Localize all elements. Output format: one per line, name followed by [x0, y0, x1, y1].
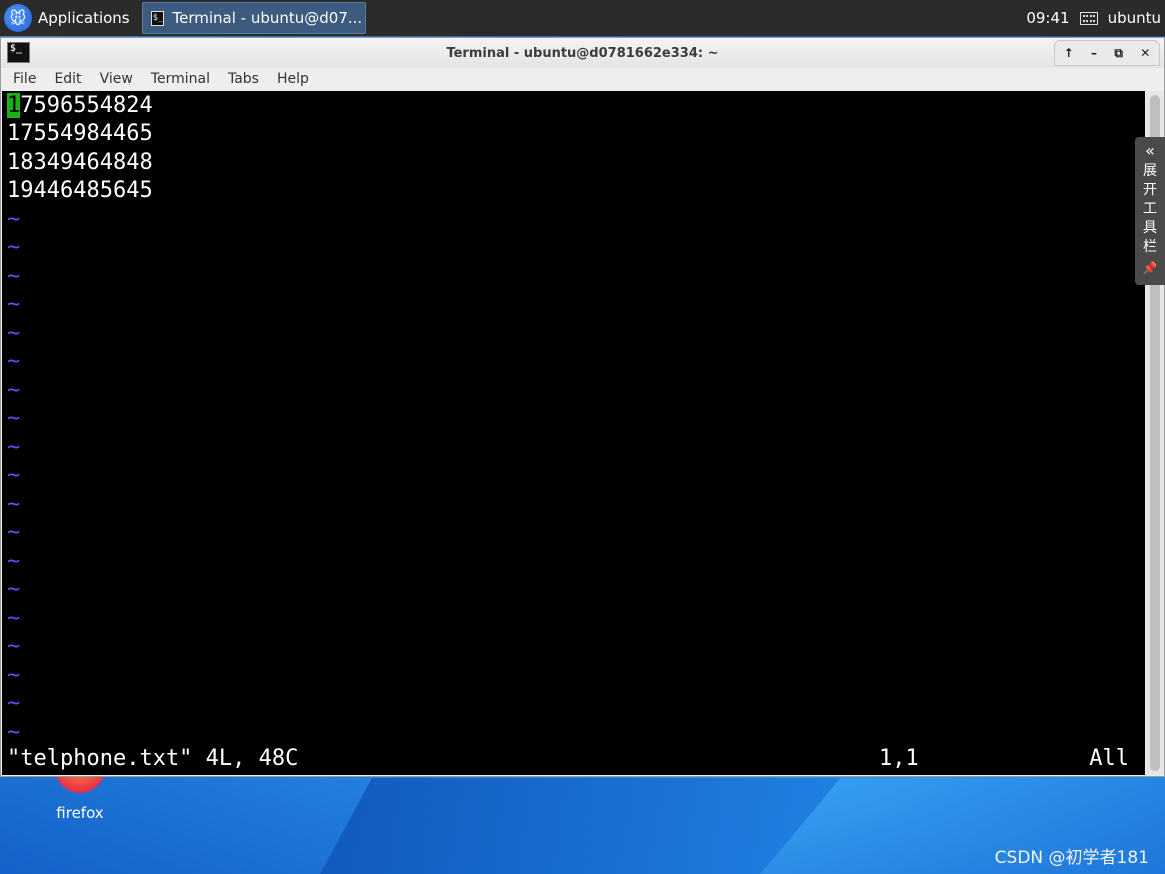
vim-line: 17554984465 — [7, 121, 153, 146]
keyboard-icon[interactable] — [1079, 11, 1098, 25]
applications-menu-button[interactable]: 🐭 Applications — [0, 0, 138, 36]
close-button[interactable]: ✕ — [1140, 46, 1150, 60]
menu-tabs[interactable]: Tabs — [228, 71, 259, 87]
status-cursor-position: 1,1 — [879, 746, 919, 771]
empty-line-tilde: ~ — [7, 264, 21, 289]
menu-terminal[interactable]: Terminal — [151, 71, 210, 87]
toolbar-char: 具 — [1143, 220, 1157, 236]
status-scroll-percent: All — [1089, 746, 1129, 771]
toolbar-char: 栏 — [1143, 239, 1157, 255]
empty-line-tilde: ~ — [7, 378, 21, 403]
window-title: Terminal - ubuntu@d0781662e334: ~ — [446, 45, 719, 61]
applications-label: Applications — [38, 9, 130, 27]
empty-line-tilde: ~ — [7, 492, 21, 517]
terminal-window: $_ Terminal - ubuntu@d0781662e334: ~ ↑ –… — [0, 37, 1165, 777]
menu-edit[interactable]: Edit — [54, 71, 81, 87]
empty-line-tilde: ~ — [7, 292, 21, 317]
taskbar-terminal-button[interactable]: $_ Terminal - ubuntu@d07... — [141, 2, 366, 34]
clock[interactable]: 09:41 — [1026, 9, 1069, 27]
vim-line: 18349464848 — [7, 150, 153, 175]
wallpaper-shape — [320, 778, 840, 874]
empty-line-tilde: ~ — [7, 520, 21, 545]
empty-line-tilde: ~ — [7, 406, 21, 431]
pin-icon[interactable]: 📌 — [1143, 261, 1158, 275]
menu-view[interactable]: View — [100, 71, 133, 87]
window-controls: ↑ – ⧉ ✕ — [1054, 40, 1160, 66]
watermark: CSDN @初学者181 — [994, 848, 1149, 868]
window-titlebar[interactable]: $_ Terminal - ubuntu@d0781662e334: ~ ↑ –… — [1, 38, 1164, 68]
cursor: 1 — [7, 93, 21, 118]
empty-line-tilde: ~ — [7, 349, 21, 374]
vim-line: 19446485645 — [7, 178, 153, 203]
terminal-icon[interactable]: $_ — [7, 42, 30, 63]
menu-file[interactable]: File — [13, 71, 36, 87]
double-chevron-left-icon: « — [1145, 141, 1155, 160]
expand-toolbar-tab[interactable]: « 展 开 工 具 栏 📌 — [1135, 137, 1165, 285]
status-file-info: "telphone.txt" 4L, 48C — [7, 746, 299, 771]
empty-line-tilde: ~ — [7, 207, 21, 232]
minimize-button[interactable]: – — [1091, 46, 1097, 60]
empty-line-tilde: ~ — [7, 577, 21, 602]
terminal-area[interactable]: 17596554824 17554984465 18349464848 1944… — [2, 91, 1145, 775]
taskbar-terminal-label: Terminal - ubuntu@d07... — [172, 9, 363, 27]
empty-line-tilde: ~ — [7, 321, 21, 346]
panel-tray: 09:41 ubuntu — [1026, 9, 1165, 27]
line-text: 7596554824 — [20, 93, 153, 118]
empty-line-tilde: ~ — [7, 606, 21, 631]
empty-line-tilde: ~ — [7, 463, 21, 488]
empty-line-tilde: ~ — [7, 634, 21, 659]
firefox-label[interactable]: firefox — [48, 804, 112, 822]
empty-line-tilde: ~ — [7, 235, 21, 260]
user-menu[interactable]: ubuntu — [1108, 9, 1161, 27]
empty-line-tilde: ~ — [7, 435, 21, 460]
toolbar-char: 工 — [1143, 201, 1157, 217]
empty-line-tilde: ~ — [7, 720, 21, 745]
toolbar-char: 开 — [1143, 182, 1157, 198]
maximize-button[interactable]: ⧉ — [1114, 46, 1123, 61]
empty-line-tilde: ~ — [7, 549, 21, 574]
xfce-mouse-icon: 🐭 — [4, 4, 32, 32]
shade-button[interactable]: ↑ — [1064, 46, 1074, 60]
toolbar-char: 展 — [1143, 163, 1157, 179]
vim-status-line: "telphone.txt" 4L, 48C 1,1 All — [2, 745, 1145, 773]
empty-line-tilde: ~ — [7, 691, 21, 716]
menubar: File Edit View Terminal Tabs Help — [1, 68, 1164, 90]
top-panel: 🐭 Applications $_ Terminal - ubuntu@d07.… — [0, 0, 1165, 36]
empty-line-tilde: ~ — [7, 663, 21, 688]
vim-line: 17596554824 — [7, 92, 153, 120]
menu-help[interactable]: Help — [277, 71, 309, 87]
terminal-icon: $_ — [150, 10, 165, 26]
